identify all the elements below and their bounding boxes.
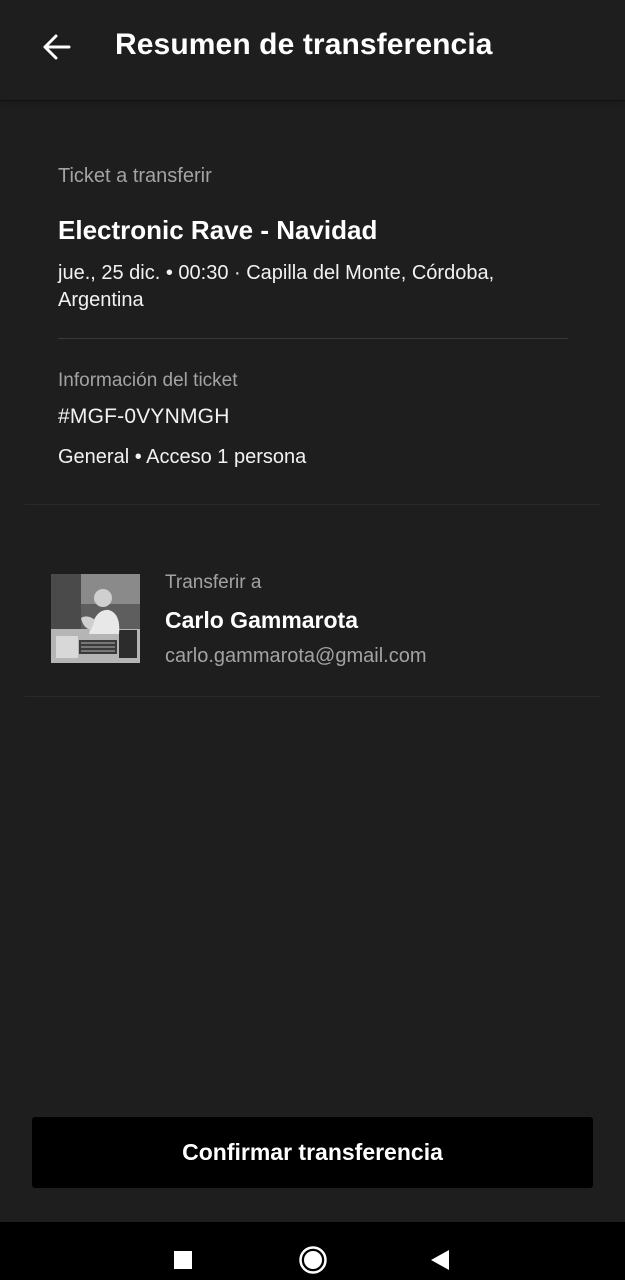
ticket-type: General • Acceso 1 persona	[58, 446, 307, 468]
event-details: jue., 25 dic. • 00:30 · Capilla del Mont…	[58, 262, 495, 311]
triangle-back-icon	[431, 1250, 449, 1270]
recent-apps-button[interactable]	[163, 1240, 203, 1280]
confirm-transfer-button[interactable]: Confirmar transferencia	[32, 1117, 593, 1188]
back-button[interactable]	[34, 24, 80, 70]
event-title: Electronic Rave - Navidad	[58, 215, 378, 245]
ticket-info-label: Información del ticket	[58, 370, 238, 391]
page-title: Resumen de transferencia	[115, 28, 493, 61]
home-button[interactable]	[293, 1240, 333, 1280]
app-header: Resumen de transferencia	[0, 0, 625, 100]
recipient-email: carlo.gammarota@gmail.com	[165, 645, 427, 667]
ticket-code: #MGF-0VYNMGH	[58, 405, 230, 428]
square-icon	[174, 1251, 192, 1269]
arrow-left-icon	[43, 34, 71, 60]
ticket-section-label: Ticket a transferir	[58, 165, 212, 187]
avatar-photo	[51, 574, 140, 663]
recipient-name: Carlo Gammarota	[165, 607, 359, 633]
android-nav-bar	[0, 1222, 625, 1280]
circle-icon	[299, 1246, 327, 1274]
section-divider	[58, 338, 568, 339]
recipient-avatar	[51, 574, 140, 663]
system-back-button[interactable]	[420, 1240, 460, 1280]
ticket-summary-section: Ticket a transferir Electronic Rave - Na…	[25, 100, 600, 505]
recipient-section: Transferir a Carlo Gammarota carlo.gamma…	[25, 506, 600, 697]
transfer-summary-screen: Resumen de transferencia Ticket a transf…	[0, 0, 625, 1280]
recipient-label: Transferir a	[165, 572, 262, 593]
